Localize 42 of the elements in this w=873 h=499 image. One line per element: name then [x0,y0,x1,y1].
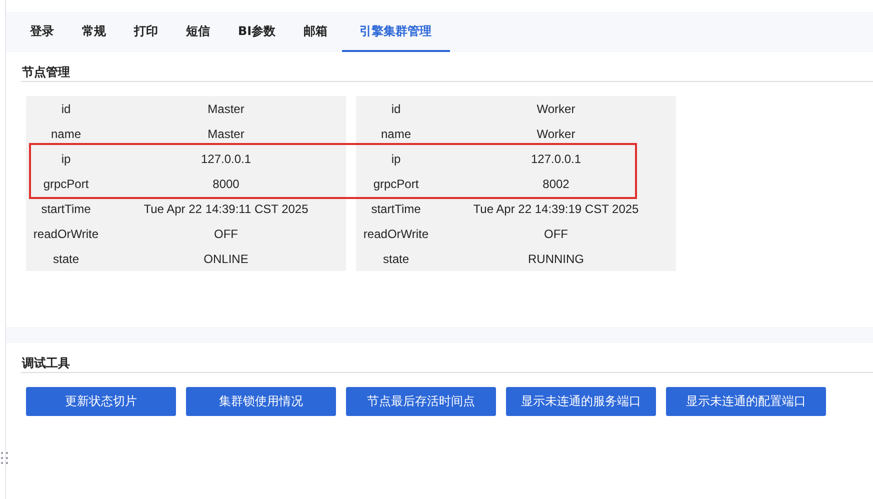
field-value: 8000 [212,176,240,190]
field-value: 8002 [542,176,570,190]
tab[interactable]: 登录 [16,12,68,52]
action-button[interactable]: 更新状态切片 [26,387,176,416]
field-value: Tue Apr 22 14:39:19 CST 2025 [472,202,640,216]
field-value: RUNNING [527,252,585,266]
field-value: ONLINE [202,252,250,266]
tab[interactable]: BI参数 [224,12,290,52]
field-value: Worker [536,126,576,140]
field-label: state [382,252,410,266]
tab[interactable]: 邮箱 [290,12,342,52]
drag-handle-icon[interactable] [1,452,9,464]
field-label: grpcPort [42,176,90,190]
tab[interactable]: 打印 [120,12,172,52]
field-label: name [50,126,82,140]
field-label: grpcPort [372,176,420,190]
field-value: OFF [213,226,239,240]
field-value: 127.0.0.1 [530,152,582,166]
field-value: OFF [543,226,569,240]
field-value: Tue Apr 22 14:39:11 CST 2025 [142,202,310,216]
field-label: name [380,126,412,140]
tab[interactable]: 常规 [68,12,120,52]
field-label: readOrWrite [32,226,100,240]
field-label: state [52,252,80,266]
action-button[interactable]: 显示未连通的服务端口 [506,387,656,416]
field-label: id [60,102,72,116]
field-value: Worker [536,102,576,116]
action-button[interactable]: 集群锁使用情况 [186,387,336,416]
field-label: startTime [370,202,422,216]
field-label: readOrWrite [362,226,430,240]
field-value: Master [206,126,246,140]
field-label: ip [60,152,72,166]
field-label: startTime [40,202,92,216]
tab[interactable]: 短信 [172,12,224,52]
field-value: Master [206,102,246,116]
action-button[interactable]: 节点最后存活时间点 [346,387,496,416]
section-title: 调试工具 [21,355,71,372]
action-button[interactable]: 显示未连通的配置端口 [666,387,826,416]
section-title: 节点管理 [21,64,71,81]
field-label: ip [390,152,402,166]
field-label: id [390,102,402,116]
field-value: 127.0.0.1 [200,152,252,166]
